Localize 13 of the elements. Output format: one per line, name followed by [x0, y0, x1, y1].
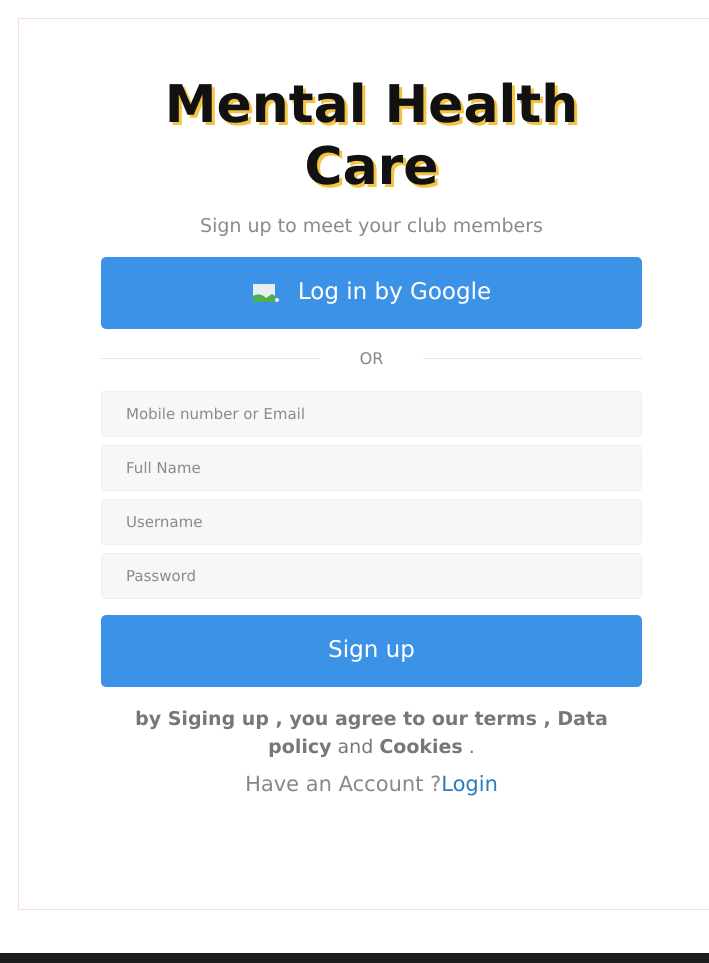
google-login-button[interactable]: Log in by Google: [101, 256, 642, 328]
signup-button[interactable]: Sign up: [101, 614, 642, 686]
input-field[interactable]: Username: [101, 498, 642, 544]
terms-text: by Siging up , you agree to our terms , Data policy and Cookies .: [134, 706, 609, 760]
input-field[interactable]: Mobile number or Email: [101, 390, 642, 436]
subtitle: Sign up to meet your club members: [199, 214, 544, 239]
input-field[interactable]: Full Name: [101, 444, 642, 490]
app-title: Mental Health Care: [164, 74, 580, 198]
login-link[interactable]: Login: [441, 772, 498, 796]
divider-label: OR: [360, 348, 384, 370]
account-prompt: Have an Account ?Login: [244, 770, 499, 798]
broken-image-icon: [252, 282, 280, 304]
input-field[interactable]: Password: [101, 552, 642, 598]
